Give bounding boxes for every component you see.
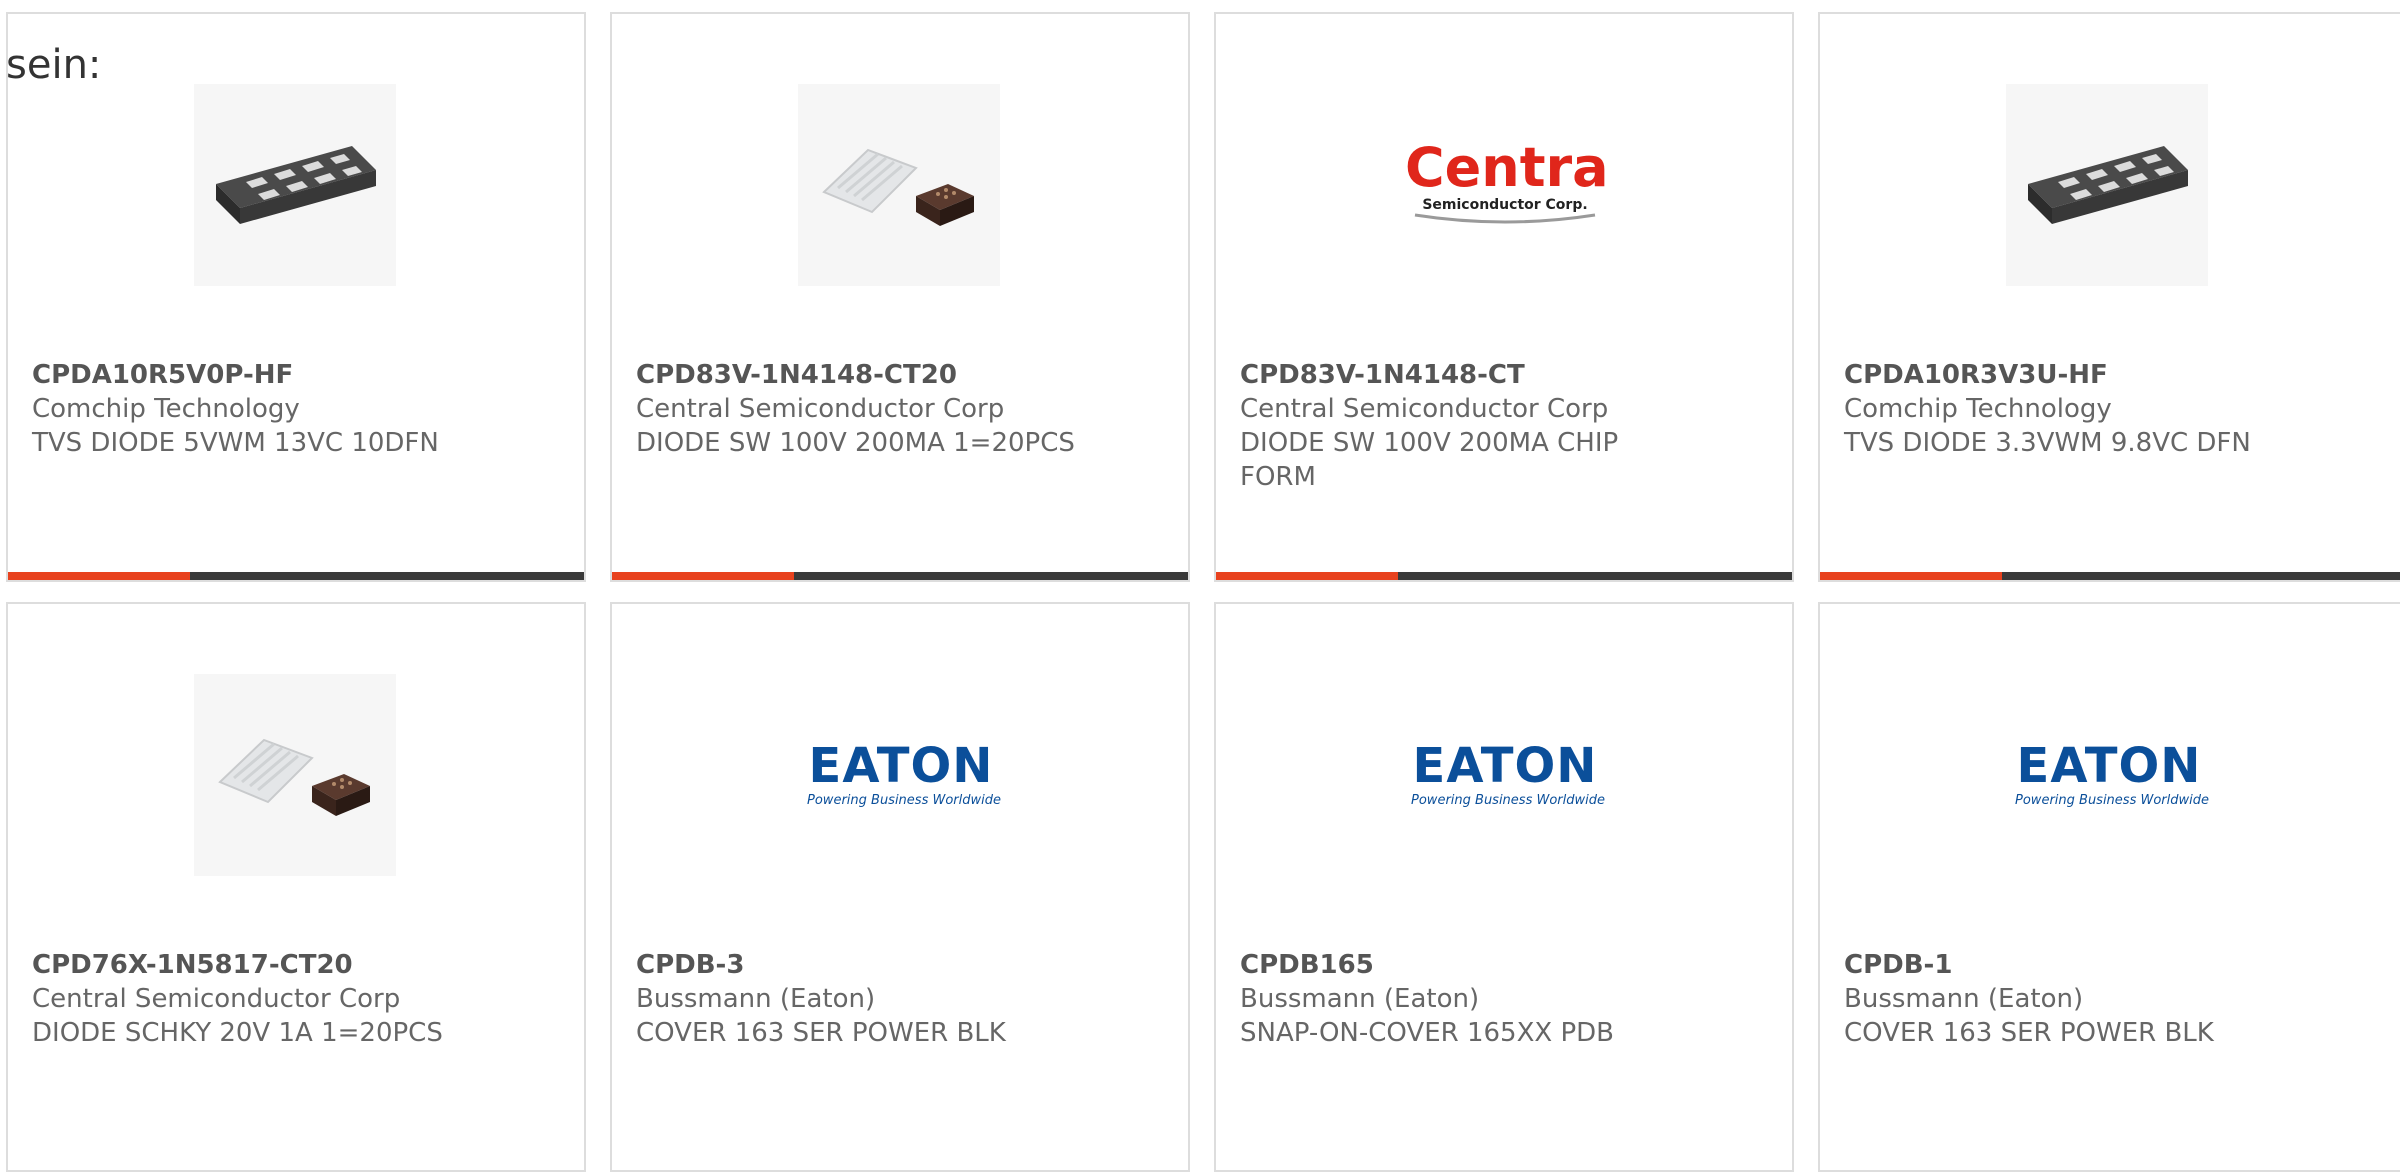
product-card[interactable]: CPDA10R5V0P-HF Comchip Technology TVS DI… <box>6 12 586 582</box>
product-card[interactable]: EATON Powering Business Worldwide CPDB-1… <box>1818 602 2400 1172</box>
part-number-link[interactable]: CPDB165 <box>1240 948 1768 982</box>
product-card[interactable]: CPD83V-1N4148-CT20 Central Semiconductor… <box>610 12 1190 582</box>
eaton-logo-tagline: Powering Business Worldwide <box>807 792 1001 808</box>
product-image[interactable]: EATON Powering Business Worldwide <box>2004 694 2214 854</box>
product-image[interactable] <box>2006 84 2208 286</box>
eaton-logo-text: EATON <box>2016 737 2202 794</box>
bare-die-chip-icon <box>194 674 396 876</box>
card-accent-bar <box>612 572 1188 580</box>
manufacturer-name: Comchip Technology <box>32 394 300 424</box>
central-logo-subtext: Semiconductor Corp. <box>1422 197 1588 213</box>
manufacturer-name: Central Semiconductor Corp <box>32 984 401 1014</box>
manufacturer-name: Bussmann (Eaton) <box>1844 984 2084 1014</box>
part-number-link[interactable]: CPDA10R3V3U-HF <box>1844 358 2376 392</box>
product-image[interactable]: EATON Powering Business Worldwide <box>1400 694 1610 854</box>
product-image[interactable]: Central Semiconductor Corp. <box>1400 104 1610 264</box>
card-accent-bar <box>8 572 584 580</box>
product-description: DIODE SW 100V 200MA CHIP FORM <box>1240 428 1619 492</box>
part-number-link[interactable]: CPD83V-1N4148-CT20 <box>636 358 1164 392</box>
product-description: TVS DIODE 3.3VWM 9.8VC DFN <box>1844 428 2251 458</box>
manufacturer-name: Bussmann (Eaton) <box>636 984 876 1014</box>
manufacturer-name: Central Semiconductor Corp <box>1240 394 1609 424</box>
product-card[interactable]: Central Semiconductor Corp. CPD83V-1N414… <box>1214 12 1794 582</box>
product-image[interactable] <box>194 674 396 876</box>
intro-text: sein: <box>6 42 102 88</box>
part-number-link[interactable]: CPD76X-1N5817-CT20 <box>32 948 560 982</box>
product-description: SNAP-ON-COVER 165XX PDB <box>1240 1018 1615 1048</box>
central-logo: Central Semiconductor Corp. <box>1405 136 1610 227</box>
eaton-logo: EATON Powering Business Worldwide <box>2009 741 2209 808</box>
eaton-logo-tagline: Powering Business Worldwide <box>2015 792 2209 808</box>
product-description: TVS DIODE 5VWM 13VC 10DFN <box>32 428 439 458</box>
card-accent-bar <box>1216 572 1792 580</box>
product-card[interactable]: CPD76X-1N5817-CT20 Central Semiconductor… <box>6 602 586 1172</box>
part-number-link[interactable]: CPDA10R5V0P-HF <box>32 358 560 392</box>
central-logo-text: Central <box>1405 136 1610 199</box>
manufacturer-name: Comchip Technology <box>1844 394 2112 424</box>
dfn-package-icon <box>194 84 396 286</box>
part-number-link[interactable]: CPD83V-1N4148-CT <box>1240 358 1768 392</box>
product-card[interactable]: EATON Powering Business Worldwide CPDB-3… <box>610 602 1190 1172</box>
manufacturer-name: Bussmann (Eaton) <box>1240 984 1480 1014</box>
product-card[interactable]: CPDA10R3V3U-HF Comchip Technology TVS DI… <box>1818 12 2400 582</box>
product-description: COVER 163 SER POWER BLK <box>636 1018 1006 1048</box>
eaton-logo-text: EATON <box>808 737 994 794</box>
product-description: COVER 163 SER POWER BLK <box>1844 1018 2214 1048</box>
product-image[interactable]: EATON Powering Business Worldwide <box>796 694 1006 854</box>
product-image[interactable] <box>798 84 1000 286</box>
eaton-logo-text: EATON <box>1412 737 1598 794</box>
product-card[interactable]: EATON Powering Business Worldwide CPDB16… <box>1214 602 1794 1172</box>
central-swoosh-icon <box>1414 213 1596 224</box>
card-accent-bar <box>1820 572 2400 580</box>
manufacturer-name: Central Semiconductor Corp <box>636 394 1005 424</box>
bare-die-chip-icon <box>798 84 1000 286</box>
eaton-logo: EATON Powering Business Worldwide <box>801 741 1001 808</box>
part-number-link[interactable]: CPDB-3 <box>636 948 1164 982</box>
eaton-logo-tagline: Powering Business Worldwide <box>1411 792 1605 808</box>
dfn-package-icon <box>2006 84 2208 286</box>
product-description: DIODE SCHKY 20V 1A 1=20PCS <box>32 1018 443 1048</box>
part-number-link[interactable]: CPDB-1 <box>1844 948 2376 982</box>
product-description: DIODE SW 100V 200MA 1=20PCS <box>636 428 1075 458</box>
product-image[interactable] <box>194 84 396 286</box>
eaton-logo: EATON Powering Business Worldwide <box>1405 741 1605 808</box>
